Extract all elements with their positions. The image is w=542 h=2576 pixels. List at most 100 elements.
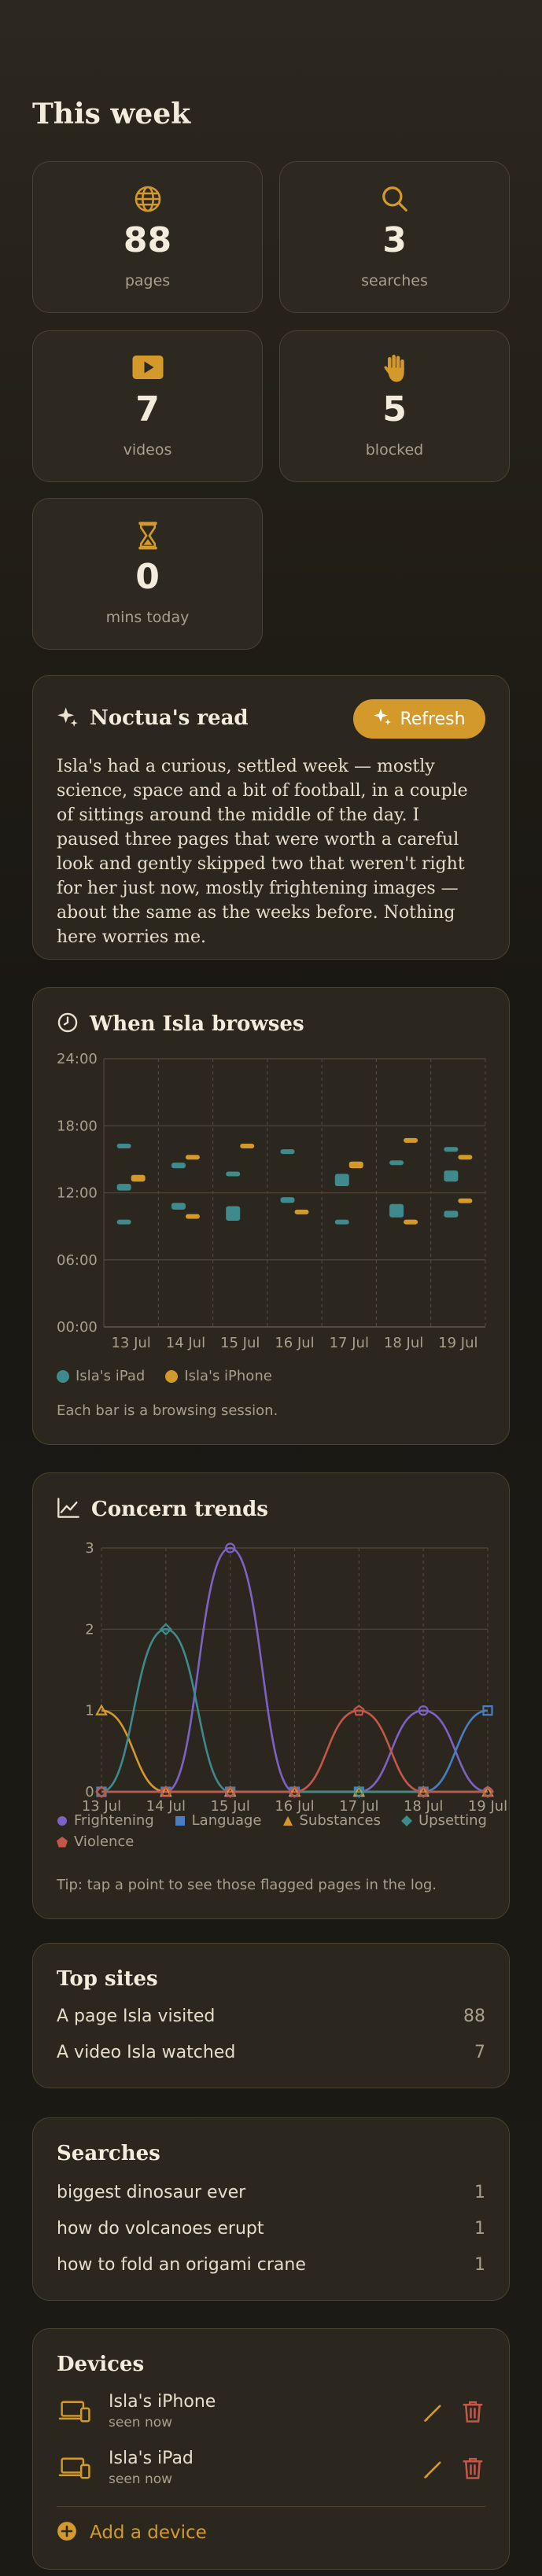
search-row[interactable]: biggest dinosaur ever 1: [57, 2183, 485, 2202]
add-device-button[interactable]: Add a device: [57, 2521, 207, 2545]
hourglass-icon: [33, 521, 262, 551]
sparkle-icon: [57, 706, 79, 731]
search-count: 1: [474, 2183, 485, 2202]
legend-item-substances[interactable]: Substances: [282, 1812, 381, 1829]
session-bar: [116, 1219, 131, 1225]
top-sites-card: Top sites A page Isla visited 88 A video…: [32, 1943, 510, 2088]
play-icon: [33, 353, 262, 381]
top-site-count: 7: [474, 2043, 485, 2062]
delete-icon[interactable]: [462, 2456, 484, 2483]
circle-marker-icon: [57, 1815, 67, 1826]
legend-item-violence[interactable]: Violence: [57, 1833, 134, 1850]
legend-item-frightening[interactable]: Frightening: [57, 1812, 154, 1829]
session-bar: [116, 1143, 131, 1148]
top-site-row[interactable]: A page Isla visited 88: [57, 2007, 485, 2026]
legend-item-upsetting[interactable]: Upsetting: [400, 1812, 487, 1829]
stat-card-minutes[interactable]: 0 mins today: [32, 498, 263, 650]
edit-icon[interactable]: [422, 2401, 444, 2427]
session-bar: [116, 1184, 131, 1191]
pentagon-marker-icon: [57, 1836, 68, 1847]
stat-label: mins today: [105, 609, 190, 626]
plus-circle-icon: [57, 2521, 77, 2545]
devices-card: Devices Isla's iPhone seen now Isla's iP…: [32, 2328, 510, 2570]
hand-icon: [280, 353, 509, 385]
add-device-label: Add a device: [90, 2523, 207, 2543]
browse-card: When Isla browses 24:00 18:00 12:00 06:00 00…: [32, 987, 510, 1445]
triangle-marker-icon: [282, 1815, 293, 1826]
square-marker-icon: [175, 1815, 185, 1826]
stat-value: 7: [135, 389, 160, 429]
stat-value: 3: [382, 220, 407, 260]
summary-card: Noctua's read Refresh Isla's had a curio…: [32, 675, 510, 960]
top-site-row[interactable]: A video Isla watched 7: [57, 2043, 485, 2062]
edit-icon[interactable]: [422, 2458, 444, 2483]
device-row[interactable]: Isla's iPad seen now: [57, 2445, 485, 2493]
session-bar: [280, 1197, 295, 1203]
search-count: 1: [474, 2255, 485, 2275]
session-bar: [226, 1171, 241, 1177]
search-row[interactable]: how do volcanoes erupt 1: [57, 2219, 485, 2239]
legend-label: Language: [191, 1812, 262, 1829]
stat-card-pages[interactable]: 88 pages: [32, 161, 263, 313]
session-bar: [334, 1174, 349, 1186]
stat-label: blocked: [365, 441, 424, 459]
legend-item-iphone[interactable]: Isla's iPhone: [165, 1368, 272, 1384]
session-bar: [334, 1219, 349, 1225]
device-icon: [58, 2456, 91, 2483]
clock-icon: [57, 1012, 79, 1037]
device-name: Isla's iPhone: [109, 2392, 216, 2412]
top-site-count: 88: [463, 2007, 485, 2026]
device-last-seen: seen now: [109, 2471, 173, 2487]
refresh-label: Refresh: [400, 709, 466, 729]
legend-label: Upsetting: [418, 1812, 487, 1829]
browse-note: Each bar is a browsing session.: [57, 1402, 278, 1419]
stat-label: videos: [123, 441, 172, 459]
y-tick-label: 06:00: [57, 1252, 98, 1269]
legend-label: Isla's iPhone: [184, 1368, 272, 1384]
delete-icon[interactable]: [462, 2400, 484, 2427]
session-bar: [404, 1137, 418, 1143]
session-bar: [131, 1174, 146, 1182]
search-query: how do volcanoes erupt: [57, 2219, 264, 2239]
legend-swatch: [57, 1369, 69, 1383]
browse-legend: Isla's iPad Isla's iPhone: [57, 1368, 272, 1384]
trends-tip: Tip: tap a point to see those flagged pa…: [57, 1877, 437, 1893]
stat-card-searches[interactable]: 3 searches: [279, 161, 510, 313]
browse-chart: 24:00 18:00 12:00 06:00 00:00 13 Jul 14 Jul 15 …: [57, 1051, 486, 1351]
x-tick-label: 17 Jul: [330, 1335, 369, 1351]
session-bar: [185, 1155, 200, 1160]
session-bar: [444, 1211, 459, 1218]
browse-title: When Isla browses: [90, 1012, 304, 1036]
session-bar: [240, 1143, 255, 1148]
x-tick-label: 19 Jul: [438, 1335, 477, 1351]
searches-card: Searches biggest dinosaur ever 1 how do …: [32, 2117, 510, 2301]
y-tick-label: 12:00: [57, 1185, 98, 1202]
stat-value: 88: [123, 220, 172, 260]
x-tick-label: 15 Jul: [220, 1335, 260, 1351]
y-tick-label: 18:00: [57, 1118, 98, 1134]
legend-swatch: [165, 1369, 179, 1383]
globe-icon: [33, 184, 262, 214]
stat-card-blocked[interactable]: 5 blocked: [279, 330, 510, 482]
session-bar: [185, 1214, 200, 1219]
session-bar: [458, 1155, 473, 1160]
legend-item-ipad[interactable]: Isla's iPad: [57, 1368, 145, 1384]
refresh-button[interactable]: Refresh: [353, 699, 485, 739]
search-query: biggest dinosaur ever: [57, 2183, 246, 2202]
session-bar: [294, 1209, 309, 1214]
session-bar: [226, 1206, 241, 1222]
legend-label: Isla's iPad: [76, 1368, 146, 1384]
search-icon: [280, 184, 509, 214]
search-count: 1: [474, 2219, 485, 2239]
searches-title: Searches: [57, 2142, 160, 2165]
x-tick-label: 18 Jul: [384, 1335, 423, 1351]
stat-card-videos[interactable]: 7 videos: [32, 330, 263, 482]
x-tick-label: 16 Jul: [275, 1335, 314, 1351]
x-tick-label: 13 Jul: [111, 1335, 150, 1351]
device-row[interactable]: Isla's iPhone seen now: [57, 2389, 485, 2436]
search-row[interactable]: how to fold an origami crane 1: [57, 2255, 485, 2275]
legend-item-language[interactable]: Language: [175, 1812, 262, 1829]
y-tick-label: 00:00: [57, 1319, 98, 1336]
top-site-label: A video Isla watched: [57, 2043, 236, 2062]
session-bar: [348, 1161, 363, 1169]
